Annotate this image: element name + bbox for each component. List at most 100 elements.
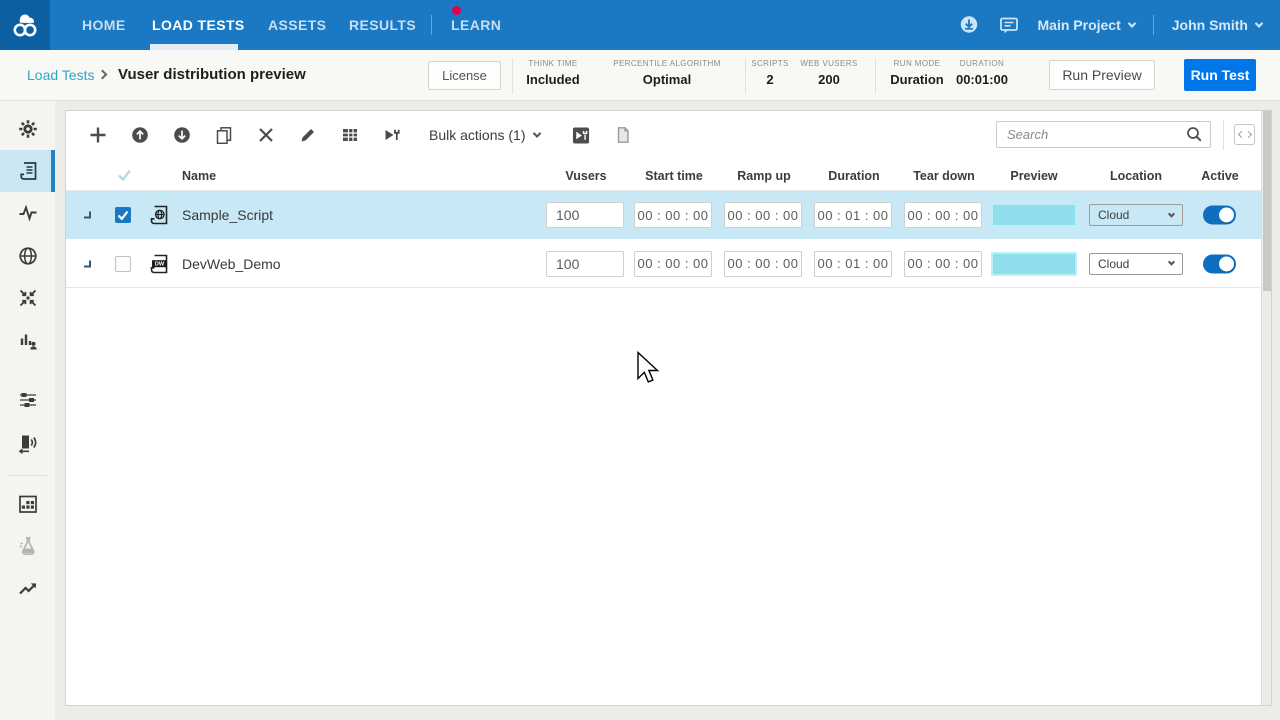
ramp-up-input[interactable] xyxy=(724,202,802,228)
nav-home[interactable]: HOME xyxy=(82,0,126,50)
column-preview[interactable]: Preview xyxy=(991,169,1077,183)
search-input[interactable] xyxy=(996,121,1211,148)
select-all-check-icon[interactable] xyxy=(117,168,132,185)
row-checkbox[interactable] xyxy=(115,256,131,272)
row-expander-icon[interactable] xyxy=(84,212,91,219)
runtime-settings-icon[interactable] xyxy=(383,126,401,144)
converge-arrows-icon xyxy=(17,287,39,309)
tear-down-input[interactable] xyxy=(904,202,982,228)
stat-run-mode: RUN MODE Duration xyxy=(886,59,948,87)
sidebar-labs[interactable] xyxy=(0,525,55,567)
nav-results[interactable]: RESULTS xyxy=(349,0,416,50)
start-time-input[interactable] xyxy=(634,251,712,277)
license-button[interactable]: License xyxy=(428,61,501,90)
toolbar-divider xyxy=(1223,120,1224,150)
location-select[interactable]: Cloud xyxy=(1089,253,1183,275)
page-title: Vuser distribution preview xyxy=(118,66,306,83)
feedback-icon[interactable] xyxy=(998,14,1020,36)
expand-icon[interactable] xyxy=(1234,124,1255,145)
stat-value: 200 xyxy=(798,72,860,87)
location-select[interactable]: Cloud xyxy=(1089,204,1183,226)
test-settings-icon[interactable] xyxy=(572,126,590,144)
project-menu[interactable]: Main Project xyxy=(1038,17,1135,33)
svg-text:DW: DW xyxy=(155,261,165,267)
sidebar-load-generators[interactable] xyxy=(0,422,55,464)
sidebar-settings[interactable] xyxy=(0,108,55,150)
download-icon[interactable] xyxy=(173,126,191,144)
tear-down-input[interactable] xyxy=(904,251,982,277)
sidebar-dashboard[interactable] xyxy=(0,483,55,525)
active-toggle[interactable] xyxy=(1203,206,1236,225)
stat-label: WEB VUSERS xyxy=(798,59,860,68)
row-checkbox[interactable] xyxy=(115,207,131,223)
updates-icon[interactable] xyxy=(958,14,980,36)
scrollbar-thumb[interactable] xyxy=(1263,111,1271,291)
location-value: Cloud xyxy=(1098,257,1129,271)
stat-value: 2 xyxy=(748,72,792,87)
column-start-time[interactable]: Start time xyxy=(634,169,714,183)
duration-input[interactable] xyxy=(814,251,892,277)
stats-divider xyxy=(512,58,513,94)
chevron-down-icon xyxy=(533,129,541,137)
script-name[interactable]: Sample_Script xyxy=(182,207,273,223)
nav-assets[interactable]: ASSETS xyxy=(268,0,326,50)
user-menu[interactable]: John Smith xyxy=(1172,17,1262,33)
sidebar-web[interactable] xyxy=(0,235,55,277)
upload-icon[interactable] xyxy=(131,126,149,144)
stat-web-vusers: WEB VUSERS 200 xyxy=(798,59,860,87)
preview-bar[interactable] xyxy=(991,203,1077,227)
load-tests-script-icon xyxy=(17,160,39,182)
duplicate-icon[interactable] xyxy=(215,126,233,144)
vertical-scrollbar[interactable] xyxy=(1261,111,1271,705)
column-tear-down[interactable]: Tear down xyxy=(904,169,984,183)
duration-input[interactable] xyxy=(814,202,892,228)
ramp-up-input[interactable] xyxy=(724,251,802,277)
chevron-down-icon xyxy=(1128,19,1136,27)
run-preview-button[interactable]: Run Preview xyxy=(1049,60,1155,90)
column-location[interactable]: Location xyxy=(1089,169,1183,183)
grid-icon xyxy=(17,493,39,515)
sliders-icon xyxy=(17,389,39,411)
sidebar-tuning[interactable] xyxy=(0,379,55,421)
breadcrumb-load-tests[interactable]: Load Tests xyxy=(27,67,94,83)
search-icon[interactable] xyxy=(1186,126,1203,148)
table-icon[interactable] xyxy=(341,126,359,144)
active-toggle[interactable] xyxy=(1203,254,1236,273)
column-active[interactable]: Active xyxy=(1196,169,1244,183)
run-test-button[interactable]: Run Test xyxy=(1184,59,1256,91)
bulk-actions-dropdown[interactable]: Bulk actions (1) xyxy=(429,127,540,143)
sidebar-assets[interactable] xyxy=(0,277,55,319)
preview-bar[interactable] xyxy=(991,252,1077,276)
devweb-script-icon: DW xyxy=(148,253,170,275)
table-row[interactable]: Sample_Script Cloud xyxy=(66,191,1261,239)
learn-notification-dot xyxy=(452,6,461,15)
app-logo[interactable] xyxy=(0,0,50,50)
script-name[interactable]: DevWeb_Demo xyxy=(182,256,281,272)
vusers-input[interactable] xyxy=(546,251,624,277)
stat-percentile-algorithm: PERCENTILE ALGORITHM Optimal xyxy=(598,59,736,87)
row-expander-icon[interactable] xyxy=(84,260,91,267)
column-name[interactable]: Name xyxy=(182,169,216,183)
edit-icon[interactable] xyxy=(299,126,317,144)
stats-divider xyxy=(875,58,876,94)
app-window: HOME LOAD TESTS ASSETS RESULTS LEARN xyxy=(0,0,1280,720)
table-toolbar: Bulk actions (1) xyxy=(66,111,1271,159)
stat-label: PERCENTILE ALGORITHM xyxy=(598,59,736,68)
chevron-down-icon xyxy=(1255,19,1263,27)
sidebar-trends[interactable] xyxy=(0,567,55,609)
sidebar-health[interactable] xyxy=(0,192,55,234)
load-generator-icon xyxy=(17,432,39,454)
column-vusers[interactable]: Vusers xyxy=(546,169,626,183)
sidebar-results[interactable] xyxy=(0,320,55,362)
column-duration[interactable]: Duration xyxy=(814,169,894,183)
chevron-down-icon xyxy=(1168,210,1175,217)
column-ramp-up[interactable]: Ramp up xyxy=(724,169,804,183)
nav-load-tests[interactable]: LOAD TESTS xyxy=(152,0,245,50)
report-icon[interactable] xyxy=(614,126,632,144)
delete-icon[interactable] xyxy=(257,126,275,144)
add-icon[interactable] xyxy=(89,126,107,144)
vusers-input[interactable] xyxy=(546,202,624,228)
sidebar-load-tests[interactable] xyxy=(0,150,55,192)
start-time-input[interactable] xyxy=(634,202,712,228)
table-row[interactable]: DW DevWeb_Demo Cloud xyxy=(66,240,1261,288)
